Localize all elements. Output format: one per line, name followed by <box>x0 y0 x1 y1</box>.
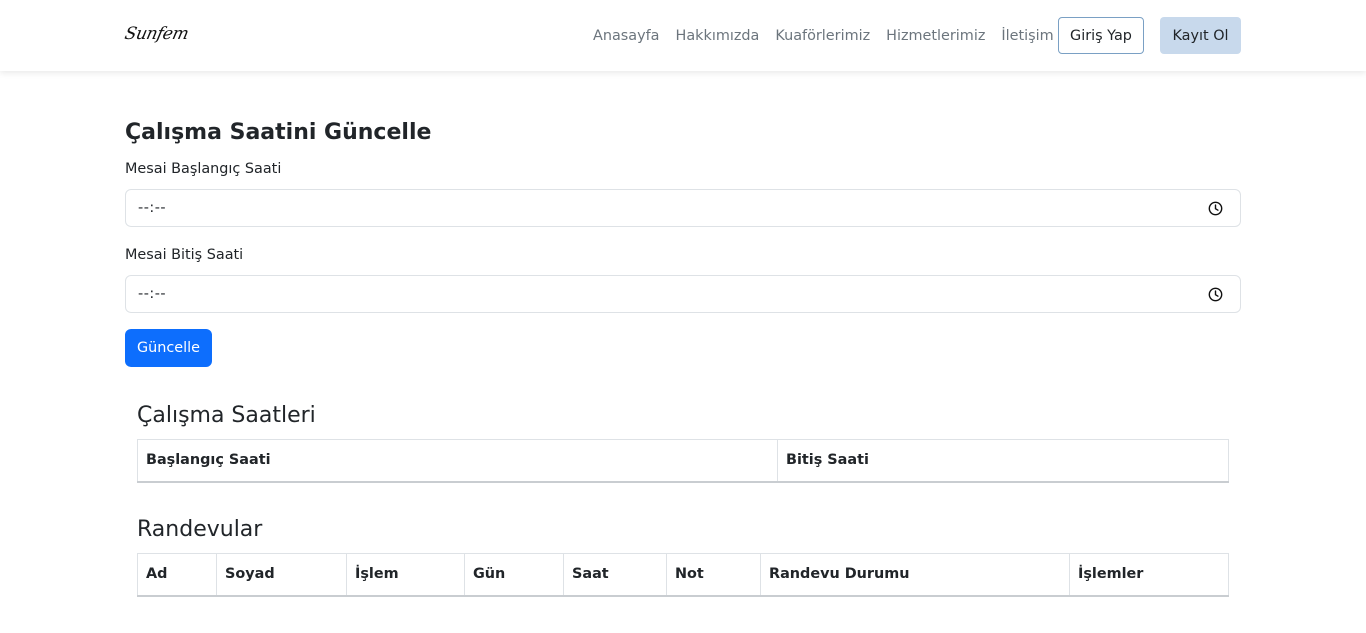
column-header: Gün <box>464 553 564 597</box>
column-header: İşlem <box>346 553 465 597</box>
navbar: Sunfem Anasayfa Hakkımızda Kuaförlerimiz… <box>0 0 1366 71</box>
clock-icon[interactable] <box>1208 287 1223 302</box>
end-time-value: --:-- <box>138 286 167 302</box>
column-header: Saat <box>563 553 667 597</box>
column-header: İşlemler <box>1069 553 1229 597</box>
column-header: Randevu Durumu <box>760 553 1070 597</box>
nav-link-kuaforlerimiz[interactable]: Kuaförlerimiz <box>775 28 870 44</box>
column-header: Ad <box>137 553 217 597</box>
table-header-row: Başlangıç Saati Bitiş Saati <box>137 439 1229 483</box>
working-hours-table: Başlangıç Saati Bitiş Saati <box>137 439 1229 483</box>
brand-logo[interactable]: Sunfem <box>121 14 190 54</box>
nav-link-hizmetlerimiz[interactable]: Hizmetlerimiz <box>886 28 985 44</box>
column-header: Soyad <box>216 553 347 597</box>
end-time-label: Mesai Bitiş Saati <box>125 247 244 263</box>
start-time-input[interactable]: --:-- <box>125 189 1241 227</box>
start-time-label: Mesai Başlangıç Saati <box>125 161 282 177</box>
update-button[interactable]: Güncelle <box>125 329 212 367</box>
column-header: Not <box>666 553 761 597</box>
nav-link-iletisim[interactable]: İletişim <box>1001 28 1053 44</box>
table-header-row: Ad Soyad İşlem Gün Saat Not Randevu Duru… <box>137 553 1229 597</box>
column-header: Başlangıç Saati <box>137 439 778 483</box>
appointments-table: Ad Soyad İşlem Gün Saat Not Randevu Duru… <box>137 553 1229 597</box>
register-button[interactable]: Kayıt Ol <box>1160 17 1241 54</box>
column-header: Bitiş Saati <box>777 439 1229 483</box>
nav-link-hakkimizda[interactable]: Hakkımızda <box>676 28 760 44</box>
end-time-input[interactable]: --:-- <box>125 275 1241 313</box>
clock-icon[interactable] <box>1208 201 1223 216</box>
nav-links: Anasayfa Hakkımızda Kuaförlerimiz Hizmet… <box>593 0 1054 71</box>
working-hours-title: Çalışma Saatleri <box>137 403 316 428</box>
appointments-title: Randevular <box>137 517 263 542</box>
form-title: Çalışma Saatini Güncelle <box>125 120 432 145</box>
nav-link-anasayfa[interactable]: Anasayfa <box>593 28 660 44</box>
login-button[interactable]: Giriş Yap <box>1058 17 1144 54</box>
start-time-value: --:-- <box>138 200 167 216</box>
